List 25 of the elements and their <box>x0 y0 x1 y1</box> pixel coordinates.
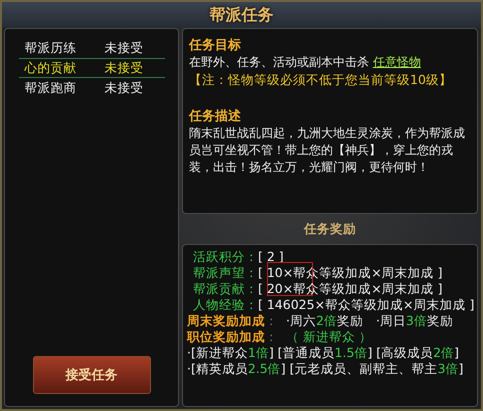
description-text: 隋末乱世战乱四起，九洲大地生灵涂炭，作为帮派成员岂可坐视不管！带上您的【神兵】，穿上您的戎装，出击！扬名立万，光耀门阀，更待何时！ <box>189 125 466 176</box>
objective-note: 【注：怪物等级必须不低于您当前等级10级】 <box>189 71 453 88</box>
reward-label: 人物经验： <box>192 297 258 313</box>
reward-label: 帮派声望： <box>192 265 258 281</box>
reward-label: 帮派贡献： <box>192 281 258 297</box>
reward-label: 活跃积分： <box>192 249 258 265</box>
window-title: 帮派任务 <box>2 2 481 28</box>
objective-text: 在野外、任务、活动或副本中击杀 <box>189 55 369 69</box>
multiplier-line: ·[精英成员2.5倍] [元老成员、副帮主、帮主3倍] <box>187 361 464 377</box>
label-colon: ： <box>265 329 278 345</box>
rewards-header: 任务奖励 <box>302 220 357 238</box>
bonus-label: 周末奖励加成 <box>187 313 265 329</box>
bonus-text: ·周六2倍奖励 ·周日 3倍奖励 <box>286 313 453 329</box>
quest-row[interactable]: 心的贡献 未接受 <box>18 58 164 78</box>
label-colon: ： <box>265 313 278 329</box>
bonus-label: 职位奖励加成 <box>187 329 265 345</box>
bonus-text: （ 新进帮众 ） <box>286 329 372 345</box>
target-link[interactable]: 任意怪物 <box>372 55 421 69</box>
section-heading: 任务目标 <box>189 37 242 54</box>
multiplier-line: ·[新进帮众1倍] [普通成员1.5倍] [高级成员2倍] <box>187 345 460 361</box>
accept-quest-button[interactable]: 接受任务 <box>32 356 150 394</box>
reward-value: [ 146025×帮众等级加成×周末加成 ] <box>258 297 474 313</box>
quest-row[interactable]: 帮派历练 未接受 <box>18 38 164 58</box>
section-heading: 任务描述 <box>189 108 242 125</box>
quest-row[interactable]: 帮派跑商 未接受 <box>18 78 164 98</box>
